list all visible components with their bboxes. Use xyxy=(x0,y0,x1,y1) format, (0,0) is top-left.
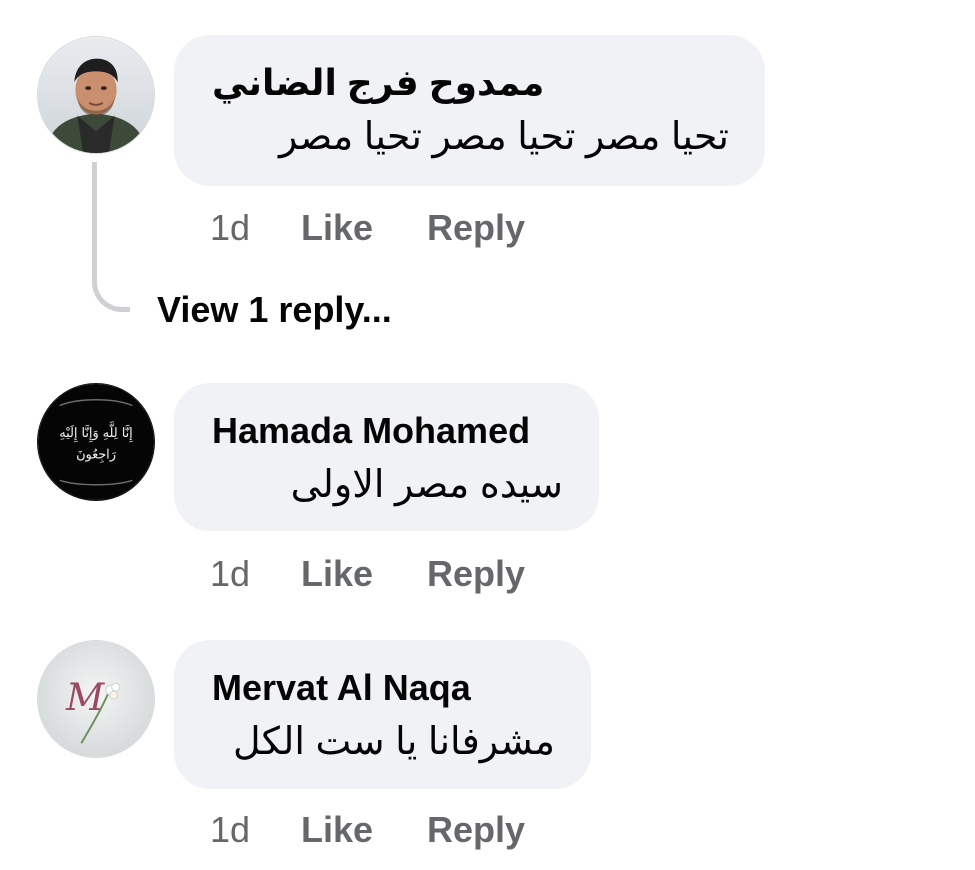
comment-author[interactable]: ممدوح فرج الضاني xyxy=(212,61,729,105)
comment-text: سيده مصر الاولى xyxy=(290,464,563,506)
comment-author[interactable]: Hamada Mohamed xyxy=(212,409,563,453)
comment-text: مشرفانا يا ست الكل xyxy=(233,721,555,763)
avatar[interactable]: إِنَّا لِلَّهِ وَإِنَّا إِلَيْهِ رَاجِعُ… xyxy=(37,383,155,501)
comment-timestamp[interactable]: 1d xyxy=(210,206,250,250)
comment-bubble: Hamada Mohamed سيده مصر الاولى xyxy=(174,383,599,531)
avatar[interactable]: M xyxy=(37,640,155,758)
reply-thread-line xyxy=(92,162,130,312)
comment-timestamp[interactable]: 1d xyxy=(210,552,250,596)
reply-button[interactable]: Reply xyxy=(427,206,525,250)
comment-bubble: ممدوح فرج الضاني تحيا مصر تحيا مصر تحيا … xyxy=(174,35,765,186)
like-button[interactable]: Like xyxy=(301,808,373,852)
letter-m-flower-avatar-icon: M xyxy=(38,641,154,757)
comment-timestamp[interactable]: 1d xyxy=(210,808,250,852)
comment-text: تحيا مصر تحيا مصر تحيا مصر xyxy=(278,116,729,158)
man-portrait-icon xyxy=(38,37,154,153)
black-condolence-avatar-icon: إِنَّا لِلَّهِ وَإِنَّا إِلَيْهِ رَاجِعُ… xyxy=(38,384,154,500)
view-replies-link[interactable]: View 1 reply... xyxy=(157,288,392,332)
avatar-calligraphy-line-2: رَاجِعُونَ xyxy=(76,448,117,463)
like-button[interactable]: Like xyxy=(301,552,373,596)
avatar[interactable] xyxy=(37,36,155,154)
comment-bubble: Mervat Al Naqa مشرفانا يا ست الكل xyxy=(174,640,591,789)
comment-author[interactable]: Mervat Al Naqa xyxy=(212,666,555,710)
like-button[interactable]: Like xyxy=(301,206,373,250)
reply-button[interactable]: Reply xyxy=(427,552,525,596)
reply-button[interactable]: Reply xyxy=(427,808,525,852)
